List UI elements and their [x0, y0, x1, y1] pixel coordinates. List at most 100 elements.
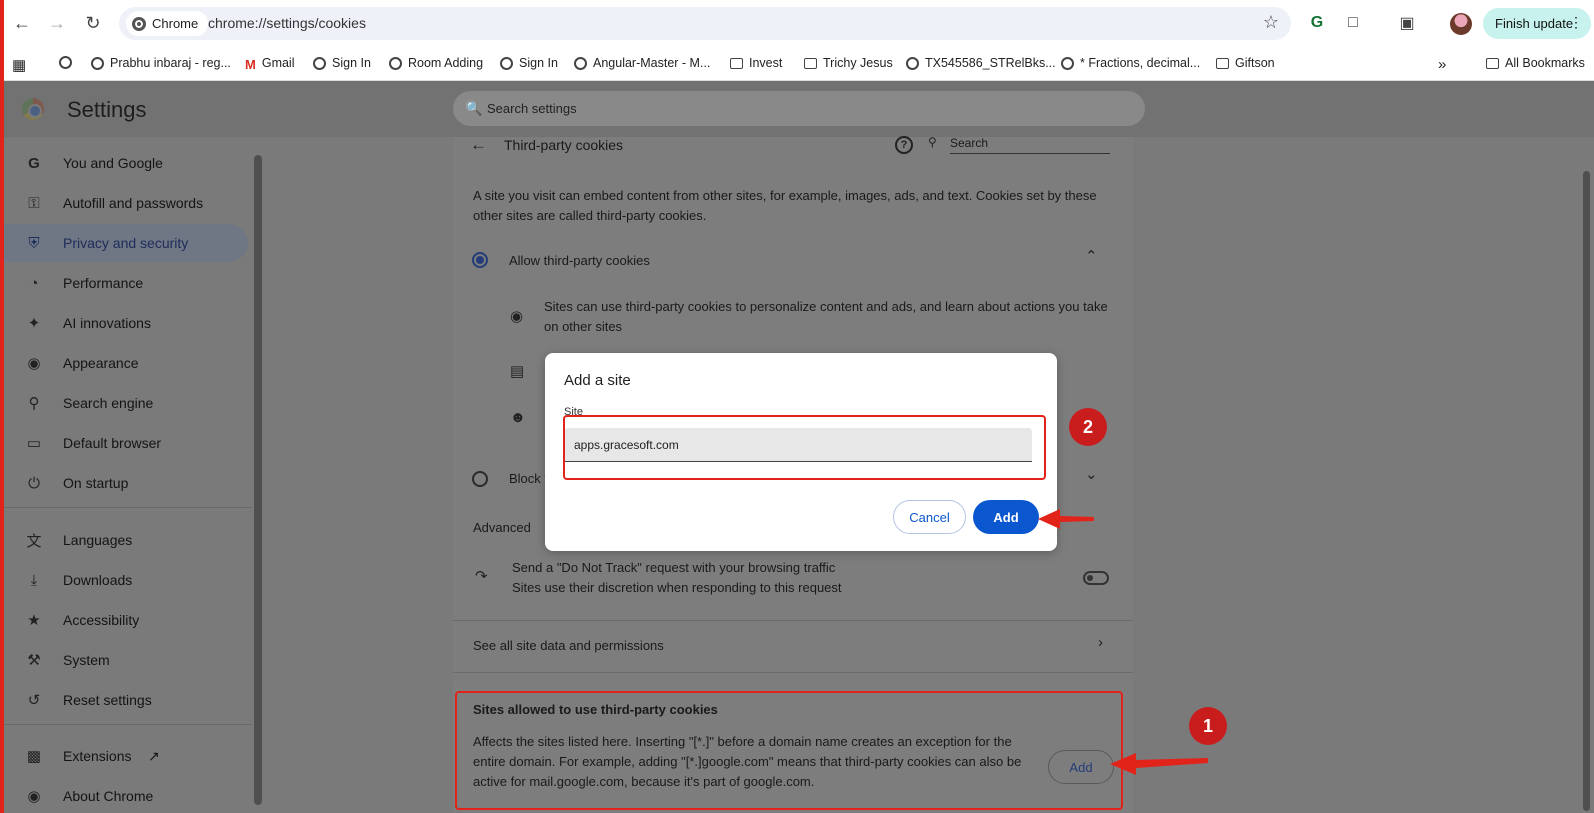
address-bar[interactable]: Chrome chrome://settings/cookies ☆ — [119, 7, 1291, 40]
page-scrollbar[interactable] — [1583, 171, 1590, 811]
bookmark-item[interactable]: Trichy Jesus — [804, 56, 893, 70]
add-button[interactable]: Add — [973, 500, 1039, 534]
folder-icon — [730, 57, 743, 69]
bookmark-globe-item[interactable] — [59, 56, 72, 69]
all-bookmarks[interactable]: All Bookmarks — [1486, 56, 1585, 70]
divider — [453, 620, 1133, 621]
sidebar-item-label: You and Google — [63, 155, 163, 171]
shield-icon: ⛨ — [28, 234, 40, 252]
divider — [453, 672, 1133, 673]
sidebar-item-reset-settings[interactable]: ↺ Reset settings — [0, 681, 248, 719]
cookie-search-input[interactable]: Search — [950, 133, 1110, 154]
sidebar-item-ai-innovations[interactable]: ✦ AI innovations — [0, 304, 248, 342]
browser-toolbar: ← → ↻ Chrome chrome://settings/cookies ☆… — [0, 0, 1594, 47]
sidebar-item-search-engine[interactable]: ⚲ Search engine — [0, 384, 248, 422]
sidebar-item-downloads[interactable]: ⤓ Downloads — [0, 561, 248, 599]
key-icon: ⚿ — [28, 194, 40, 212]
sidebar-item-appearance[interactable]: ◉ Appearance — [0, 344, 248, 382]
bookmark-label: Prabhu inbaraj - reg... — [110, 56, 231, 70]
sidebar-item-label: Accessibility — [63, 612, 140, 628]
grammarly-icon[interactable]: G — [1306, 12, 1328, 34]
folder-icon — [804, 57, 817, 69]
bookmark-item[interactable]: Angular-Master - M... — [574, 56, 710, 70]
sidebar-item-about-chrome[interactable]: ◉ About Chrome — [0, 777, 248, 813]
sidebar-item-label: AI innovations — [63, 315, 151, 331]
sidebar-item-accessibility[interactable]: ★ Accessibility — [0, 601, 248, 639]
sidebar-item-default-browser[interactable]: ▭ Default browser — [0, 424, 248, 462]
back-arrow-icon[interactable]: ← — [470, 135, 487, 155]
chrome-chip[interactable]: Chrome — [126, 11, 209, 36]
bookmark-label: Sign In — [332, 56, 371, 70]
more-bookmarks-icon[interactable]: » — [1438, 56, 1446, 73]
bookmark-item[interactable]: Invest — [730, 56, 782, 70]
bookmark-item[interactable]: Room Adding — [389, 56, 483, 70]
dnt-detail: Sites use their discretion when respondi… — [512, 580, 842, 595]
see-all-link[interactable]: See all site data and permissions — [473, 636, 664, 656]
sidebar-item-extensions[interactable]: ▩ Extensions ↗ — [0, 737, 248, 775]
chrome-logo-icon — [132, 16, 146, 31]
block-radio[interactable] — [472, 471, 488, 487]
bookmark-label: Invest — [749, 56, 783, 70]
page-title: Settings — [67, 97, 147, 122]
sidebar-item-autofill[interactable]: ⚿ Autofill and passwords — [0, 184, 248, 222]
allow-radio[interactable] — [472, 252, 488, 268]
sidebar-item-you-and-google[interactable]: G You and Google — [0, 144, 248, 182]
sidebar-item-label: Extensions — [63, 748, 132, 764]
bookmark-item[interactable]: TX545586_STRelBks... — [906, 56, 1056, 70]
forward-icon[interactable]: → — [43, 9, 71, 37]
bookmark-star-icon[interactable]: ☆ — [1263, 12, 1279, 33]
arrow-to-add-site-button — [1110, 753, 1208, 775]
sidebar-item-label: Downloads — [63, 572, 133, 588]
chrome-icon: ◉ — [27, 788, 41, 805]
help-icon[interactable]: ? — [895, 136, 913, 154]
chevron-up-icon[interactable]: ⌃ — [1085, 247, 1098, 265]
chrome-logo-icon — [22, 98, 44, 120]
bookmark-item[interactable]: * Fractions, decimal... — [1061, 56, 1200, 70]
sidebar-item-languages[interactable]: 文 Languages — [0, 521, 248, 559]
settings-sidebar: G You and Google ⚿ Autofill and passwords … — [0, 137, 262, 813]
bookmark-item[interactable]: Sign In — [313, 56, 371, 70]
sidebar-item-label: Appearance — [63, 355, 139, 371]
settings-header: Settings 🔍 Search settings — [0, 81, 1594, 137]
gauge-icon: ◔ — [29, 274, 39, 292]
advanced-heading: Advanced — [473, 520, 531, 535]
sidebar-item-label: On startup — [63, 475, 129, 491]
extensions-puzzle-icon[interactable]: □ — [1342, 12, 1364, 34]
dnt-toggle[interactable] — [1083, 571, 1109, 585]
url-text[interactable]: chrome://settings/cookies — [208, 15, 366, 31]
bookmark-item[interactable]: Sign In — [500, 56, 558, 70]
globe-icon — [1061, 56, 1074, 70]
search-icon: ⚲ — [28, 395, 40, 412]
google-icon: G — [28, 154, 40, 172]
folder-icon — [1216, 57, 1229, 69]
tab-search-icon[interactable]: ▣ — [1396, 12, 1418, 34]
cancel-button[interactable]: Cancel — [893, 500, 966, 534]
arrow-to-add-button — [1038, 509, 1094, 529]
bookmark-item[interactable]: M Gmail — [245, 56, 295, 72]
wrench-icon: ⚒ — [27, 652, 41, 669]
translate-icon: 文 — [26, 532, 42, 550]
bookmark-label: Angular-Master - M... — [593, 56, 711, 70]
finish-update-button[interactable]: Finish update ⋮ — [1483, 8, 1591, 39]
sidebar-item-system[interactable]: ⚒ System — [0, 641, 248, 679]
chevron-down-icon[interactable]: ⌄ — [1085, 465, 1098, 483]
sidebar-item-privacy[interactable]: ⛨ Privacy and security — [0, 224, 248, 262]
back-icon[interactable]: ← — [8, 9, 36, 37]
sidebar-item-performance[interactable]: ◔ Performance — [0, 264, 248, 302]
settings-search-input[interactable]: 🔍 Search settings — [453, 91, 1145, 126]
sidebar-item-label: System — [63, 652, 110, 668]
allow-detail-text: Sites can use third-party cookies to per… — [544, 299, 1108, 334]
kebab-menu-icon[interactable]: ⋮ — [1569, 14, 1583, 31]
sidebar-item-label: Autofill and passwords — [63, 195, 204, 211]
globe-icon — [500, 56, 513, 70]
sidebar-scrollbar[interactable] — [254, 155, 262, 805]
reload-icon[interactable]: ↻ — [79, 9, 107, 37]
chevron-right-icon[interactable]: › — [1098, 634, 1103, 651]
bookmark-item[interactable]: Giftson — [1216, 56, 1275, 70]
sidebar-item-label: Default browser — [63, 435, 162, 451]
bookmark-item[interactable]: Prabhu inbaraj - reg... — [91, 56, 231, 70]
profile-avatar[interactable] — [1450, 13, 1472, 35]
apps-grid-icon[interactable]: ▦ — [12, 56, 26, 74]
cookie-icon: ◉ — [510, 308, 524, 325]
sidebar-item-on-startup[interactable]: ⏻ On startup — [0, 464, 248, 502]
